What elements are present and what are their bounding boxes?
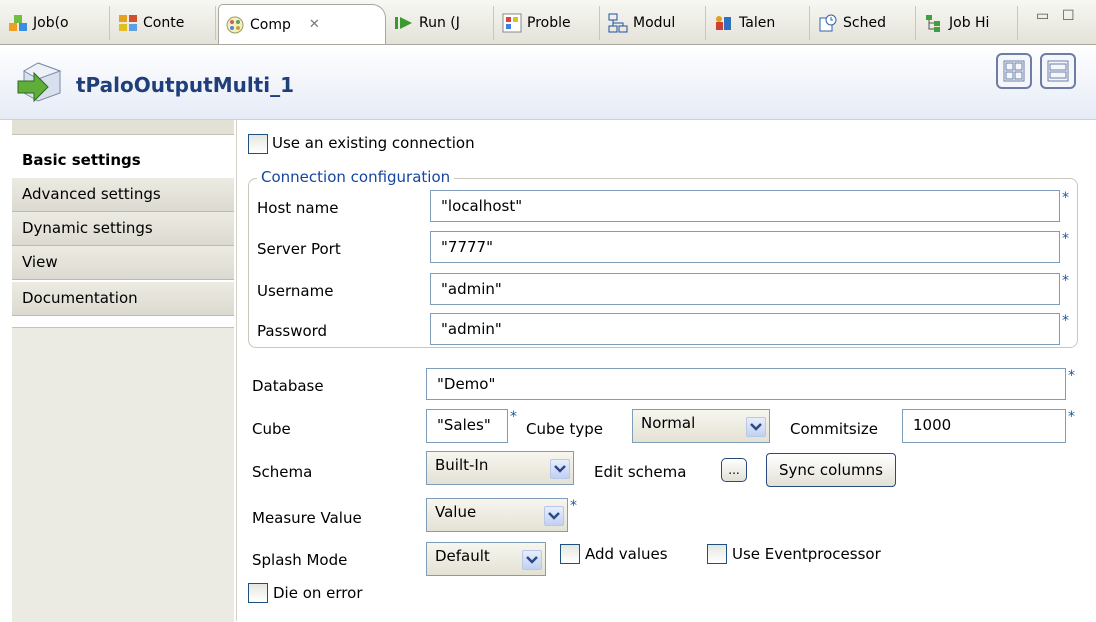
tab-label: Modul: [633, 15, 676, 31]
cube-input[interactable]: "Sales": [426, 409, 508, 443]
component-title: tPaloOutputMulti_1: [76, 73, 295, 97]
tab-contexts[interactable]: Conte: [112, 6, 216, 40]
required-marker: *: [1068, 368, 1075, 384]
tab-label: Sched: [843, 15, 886, 31]
component-header: tPaloOutputMulti_1: [0, 45, 1096, 120]
tab-label: Talen: [739, 15, 776, 31]
host-name-label: Host name: [257, 199, 339, 217]
die-on-error-checkbox[interactable]: [248, 583, 268, 603]
nav-empty-area: [12, 327, 234, 622]
required-marker: *: [1062, 313, 1069, 329]
chevron-down-icon[interactable]: [522, 550, 542, 570]
nav-view[interactable]: View: [12, 246, 234, 280]
minimize-icon[interactable]: ▭: [1036, 8, 1049, 24]
tab-problems[interactable]: Proble: [496, 6, 600, 40]
cube-type-label: Cube type: [526, 420, 604, 438]
chevron-down-icon[interactable]: [550, 459, 570, 479]
tab-scheduler[interactable]: Sched: [812, 6, 916, 40]
add-values-label: Add values: [585, 545, 668, 563]
talend-icon: [714, 13, 734, 33]
commitsize-label: Commitsize: [790, 420, 879, 438]
modules-icon: [608, 13, 628, 33]
chevron-down-icon[interactable]: [746, 417, 766, 437]
use-eventprocessor-label: Use Eventprocessor: [732, 545, 881, 563]
scheduler-icon: [818, 13, 838, 33]
cube-type-select[interactable]: Normal: [632, 409, 770, 443]
tab-job[interactable]: Job(o: [2, 6, 110, 40]
required-marker: *: [1062, 231, 1069, 247]
server-port-label: Server Port: [257, 240, 341, 258]
tab-label: Proble: [527, 15, 571, 31]
edit-schema-label: Edit schema: [594, 463, 687, 481]
run-icon: [394, 13, 414, 33]
problems-icon: [502, 13, 522, 33]
username-label: Username: [257, 282, 334, 300]
layout-grid-button[interactable]: [996, 53, 1032, 89]
chevron-down-icon[interactable]: [544, 506, 564, 526]
context-icon: [118, 13, 138, 33]
password-label: Password: [257, 322, 328, 340]
database-label: Database: [252, 377, 324, 395]
job-icon: [8, 13, 28, 33]
tab-component[interactable]: Comp ✕: [218, 4, 386, 44]
layout-rows-button[interactable]: [1040, 53, 1076, 89]
required-marker: *: [570, 498, 577, 514]
tab-label: Run (J: [419, 15, 460, 31]
measure-value-value: Value: [435, 503, 477, 521]
measure-value-label: Measure Value: [252, 509, 362, 527]
settings-nav: Basic settings Advanced settings Dynamic…: [0, 120, 237, 622]
required-marker: *: [1062, 273, 1069, 289]
tab-talend[interactable]: Talen: [708, 6, 810, 40]
cube-label: Cube: [252, 420, 291, 438]
nav-top-bar: [12, 120, 234, 135]
nav-basic-settings[interactable]: Basic settings: [12, 144, 234, 178]
schema-label: Schema: [252, 463, 313, 481]
splash-mode-value: Default: [435, 547, 490, 565]
layout-grid-icon: [1003, 60, 1025, 82]
connection-configuration-legend: Connection configuration: [257, 168, 455, 186]
username-input[interactable]: "admin": [430, 273, 1060, 305]
tab-modules[interactable]: Modul: [602, 6, 706, 40]
schema-select[interactable]: Built-In: [426, 451, 574, 485]
tab-label: Conte: [143, 15, 185, 31]
database-input[interactable]: "Demo": [426, 368, 1066, 400]
required-marker: *: [510, 409, 517, 425]
nav-documentation[interactable]: Documentation: [12, 282, 234, 316]
nav-dynamic-settings[interactable]: Dynamic settings: [12, 212, 234, 246]
tab-job-hierarchy[interactable]: Job Hi: [918, 6, 1018, 40]
use-existing-connection-checkbox[interactable]: [248, 134, 268, 154]
component-icon: [225, 15, 245, 35]
schema-value: Built-In: [435, 456, 489, 474]
job-hierarchy-icon: [924, 13, 944, 33]
maximize-icon[interactable]: ☐: [1062, 8, 1075, 24]
server-port-input[interactable]: "7777": [430, 231, 1060, 263]
add-values-checkbox[interactable]: [560, 544, 580, 564]
layout-rows-icon: [1047, 60, 1069, 82]
use-eventprocessor-checkbox[interactable]: [707, 544, 727, 564]
use-existing-connection-label: Use an existing connection: [272, 134, 475, 152]
password-input[interactable]: "admin": [430, 313, 1060, 345]
splash-mode-label: Splash Mode: [252, 551, 348, 569]
close-icon[interactable]: ✕: [309, 17, 320, 32]
edit-schema-button[interactable]: ...: [721, 458, 747, 482]
die-on-error-label: Die on error: [273, 584, 363, 602]
palo-output-component-icon: [16, 57, 66, 107]
host-name-input[interactable]: "localhost": [430, 190, 1060, 222]
cube-type-value: Normal: [641, 414, 696, 432]
required-marker: *: [1062, 190, 1069, 206]
tab-label: Job(o: [33, 15, 69, 31]
required-marker: *: [1068, 409, 1075, 425]
measure-value-select[interactable]: Value: [426, 498, 568, 532]
nav-advanced-settings[interactable]: Advanced settings: [12, 178, 234, 212]
tab-label: Job Hi: [949, 15, 990, 31]
tab-label: Comp: [250, 16, 291, 33]
splash-mode-select[interactable]: Default: [426, 542, 546, 576]
tab-run[interactable]: Run (J: [388, 6, 494, 40]
commitsize-input[interactable]: 1000: [902, 409, 1066, 443]
sync-columns-button[interactable]: Sync columns: [766, 453, 896, 487]
editor-tab-bar: Job(o Conte Comp ✕ Run (J Proble Modul T…: [0, 0, 1096, 45]
